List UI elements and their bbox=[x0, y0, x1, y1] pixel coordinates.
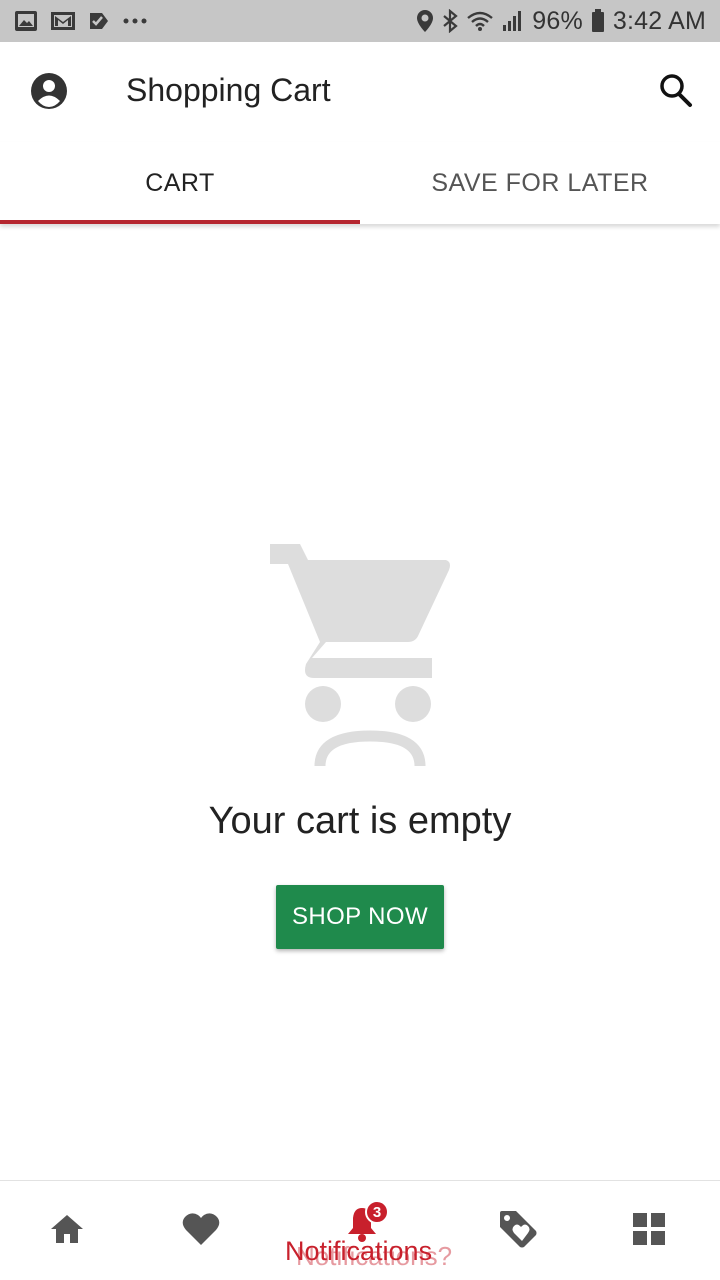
status-right: 96% 3:42 AM bbox=[416, 7, 706, 36]
wifi-icon bbox=[466, 10, 494, 32]
clock: 3:42 AM bbox=[612, 6, 706, 35]
tab-save-for-later[interactable]: SAVE FOR LATER bbox=[360, 142, 720, 224]
search-button[interactable] bbox=[658, 72, 694, 110]
tab-cart[interactable]: CART bbox=[0, 142, 360, 224]
location-icon bbox=[416, 9, 434, 33]
tab-bar: CART SAVE FOR LATER bbox=[0, 142, 720, 224]
status-left bbox=[14, 10, 148, 32]
signal-icon bbox=[502, 10, 524, 32]
home-icon bbox=[51, 1215, 83, 1243]
task-icon bbox=[88, 10, 110, 32]
search-icon bbox=[660, 74, 692, 107]
battery-percent: 96% bbox=[532, 6, 583, 35]
tab-cart-label: CART bbox=[145, 168, 215, 197]
heart-icon bbox=[182, 1213, 220, 1245]
notification-badge: 3 bbox=[365, 1200, 389, 1224]
battery-icon bbox=[591, 9, 605, 33]
app-bar: Shopping Cart bbox=[0, 42, 720, 142]
gmail-icon bbox=[50, 10, 76, 32]
tab-save-for-later-label: SAVE FOR LATER bbox=[431, 168, 649, 197]
page-title: Shopping Cart bbox=[126, 72, 331, 108]
account-icon bbox=[31, 73, 67, 109]
notifications-label: Notifications bbox=[285, 1236, 433, 1266]
bluetooth-icon bbox=[442, 9, 458, 33]
nav-favorites[interactable] bbox=[171, 1199, 231, 1259]
more-dots-icon bbox=[122, 17, 148, 25]
nav-deals[interactable] bbox=[488, 1199, 548, 1259]
shop-now-button[interactable]: SHOP NOW bbox=[276, 885, 444, 949]
tab-indicator bbox=[0, 220, 360, 224]
status-bar: 96% 3:42 AM bbox=[0, 0, 720, 42]
tag-heart-icon bbox=[500, 1211, 537, 1248]
screen: 96% 3:42 AM Shopping Cart CART SAVE FOR … bbox=[0, 0, 720, 1280]
image-icon bbox=[14, 10, 38, 32]
nav-home[interactable] bbox=[37, 1199, 97, 1259]
sad-cart-icon bbox=[268, 542, 454, 768]
grid-icon bbox=[633, 1213, 665, 1245]
empty-cart-message: Your cart is empty bbox=[208, 800, 512, 842]
account-button[interactable] bbox=[30, 72, 68, 110]
nav-categories[interactable] bbox=[619, 1199, 679, 1259]
